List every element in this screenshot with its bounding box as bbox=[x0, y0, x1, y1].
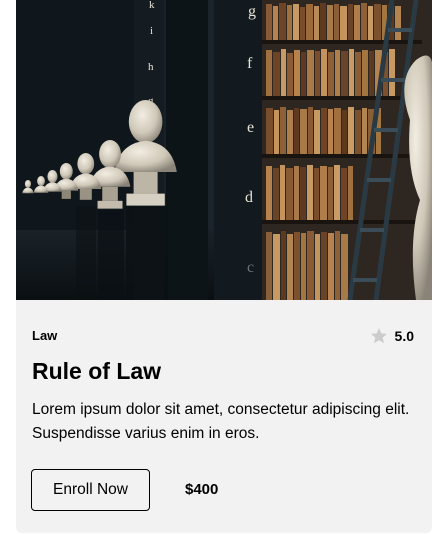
course-description: Lorem ipsum dolor sit amet, consectetur … bbox=[32, 401, 410, 442]
course-image: g f e d c k i h g bbox=[16, 0, 432, 300]
rating: 5.0 bbox=[369, 326, 414, 346]
course-price: $400 bbox=[185, 481, 219, 498]
svg-text:k: k bbox=[149, 0, 155, 11]
course-title: Rule of Law bbox=[32, 358, 162, 384]
svg-text:d: d bbox=[245, 189, 253, 206]
svg-text:c: c bbox=[247, 259, 254, 276]
svg-text:e: e bbox=[247, 119, 254, 136]
course-card: g f e d c k i h g Law 5.0 Rule of Law Lo… bbox=[16, 0, 432, 533]
svg-text:f: f bbox=[247, 55, 253, 72]
star-icon bbox=[370, 328, 387, 344]
svg-text:g: g bbox=[248, 3, 256, 20]
svg-text:h: h bbox=[148, 61, 154, 73]
rating-value: 5.0 bbox=[394, 328, 414, 344]
enroll-now-button[interactable]: Enroll Now bbox=[31, 469, 150, 511]
svg-text:i: i bbox=[150, 25, 153, 37]
course-category: Law bbox=[32, 328, 58, 343]
